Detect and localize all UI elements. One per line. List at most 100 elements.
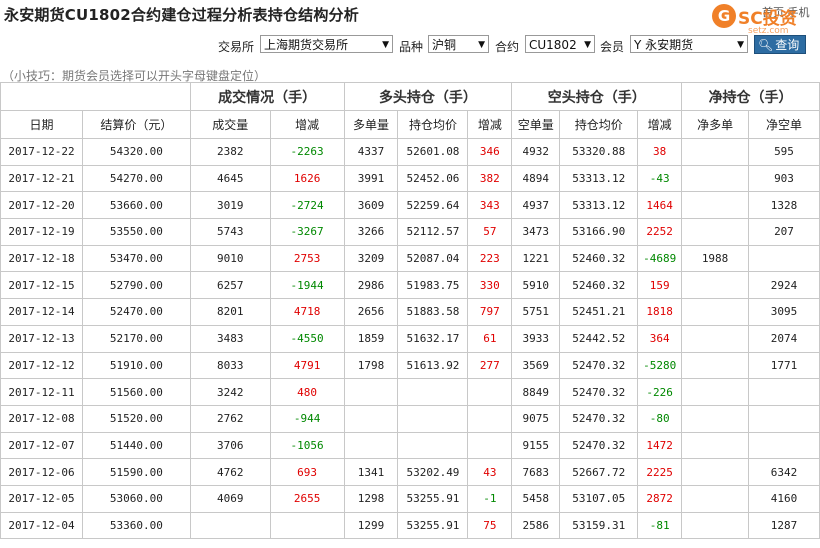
- cell-short-avg: 53313.12: [559, 164, 639, 193]
- exchange-label: 交易所: [218, 40, 255, 54]
- cell-short-qty: 5458: [511, 484, 561, 513]
- cell-short-qty: 4894: [511, 164, 561, 193]
- filter-bar: 交易所 上海期货交易所 ▼ 品种 沪铜 ▼ 合约 CU1802 ▼ 会员 Y 永…: [0, 35, 820, 55]
- cell-long-qty: 2656: [343, 298, 399, 326]
- table-row: 2017-12-05 53060.00 4069 2655 1298 53255.91 -1…: [0, 484, 820, 513]
- table-row: 2017-12-08 51520.00 2762 -944 9075 52470.32 -8…: [0, 404, 820, 433]
- cell-short-change: -80: [637, 404, 683, 433]
- col-header-long-change: 增减: [467, 110, 513, 139]
- cell-short-qty: 8849: [511, 378, 561, 406]
- cell-net-long: 1988: [681, 244, 750, 273]
- member-select[interactable]: Y 永安期货 ▼: [630, 35, 748, 53]
- cell-settle-price: 52790.00: [81, 271, 191, 300]
- cell-short-change: 1464: [637, 191, 683, 220]
- exchange-select-value: 上海期货交易所: [264, 38, 349, 52]
- cell-long-change: 223: [467, 244, 513, 273]
- cell-net-short: 1287: [748, 511, 820, 540]
- cell-long-qty: 3609: [343, 191, 399, 220]
- cell-long-qty: 1798: [343, 351, 399, 380]
- cell-net-long: [681, 164, 750, 193]
- cell-date: 2017-12-04: [0, 511, 83, 540]
- cell-long-avg: 51613.92: [397, 351, 469, 380]
- cell-net-short: [748, 378, 820, 406]
- cell-volume: 4762: [189, 458, 271, 486]
- cell-long-avg: 53255.91: [397, 511, 469, 540]
- cell-short-change: -4689: [637, 244, 683, 273]
- cell-volume: 2762: [189, 404, 271, 433]
- cell-long-change: 75: [467, 511, 513, 540]
- table-row: 2017-12-18 53470.00 9010 2753 3209 52087.04 22…: [0, 244, 820, 273]
- col-header-net-short: 净空单: [748, 110, 820, 139]
- cell-net-short: 2074: [748, 324, 820, 353]
- col-header-short-avg: 持仓均价: [559, 110, 639, 139]
- cell-volume: 3019: [189, 191, 271, 220]
- col-header-short-qty: 空单量: [511, 110, 561, 139]
- cell-short-qty: 4932: [511, 138, 561, 166]
- cell-long-qty: [343, 378, 399, 406]
- member-label: 会员: [600, 40, 625, 54]
- cell-long-avg: 52087.04: [397, 244, 469, 273]
- cell-long-change: 346: [467, 138, 513, 166]
- cell-settle-price: 53660.00: [81, 191, 191, 220]
- cell-date: 2017-12-11: [0, 378, 83, 406]
- cell-settle-price: 51560.00: [81, 378, 191, 406]
- cell-long-avg: 52259.64: [397, 191, 469, 220]
- cell-date: 2017-12-21: [0, 164, 83, 193]
- column-header-row: 日期 结算价（元） 成交量 增减 多单量 持仓均价 增减 空单量 持仓均价 增减…: [0, 110, 820, 139]
- query-button[interactable]: 🔍︎ 查询: [754, 35, 806, 54]
- cell-short-change: 364: [637, 324, 683, 353]
- cell-short-qty: 3473: [511, 218, 561, 246]
- cell-net-long: [681, 431, 750, 460]
- contract-select[interactable]: CU1802 ▼: [525, 35, 595, 53]
- cell-short-change: 159: [637, 271, 683, 300]
- cell-long-avg: 52601.08: [397, 138, 469, 166]
- cell-short-avg: 53313.12: [559, 191, 639, 220]
- cell-short-change: 2225: [637, 458, 683, 486]
- group-header-long: 多头持仓（手）: [343, 82, 513, 111]
- cell-short-avg: 52460.32: [559, 244, 639, 273]
- col-header-settle-price: 结算价（元）: [81, 110, 191, 139]
- cell-short-avg: 52451.21: [559, 298, 639, 326]
- cell-long-avg: 51632.17: [397, 324, 469, 353]
- product-label: 品种: [399, 40, 424, 54]
- cell-net-short: 6342: [748, 458, 820, 486]
- cell-long-qty: 1298: [343, 484, 399, 513]
- col-header-long-qty: 多单量: [343, 110, 399, 139]
- group-header-row: 成交情况（手） 多头持仓（手） 空头持仓（手） 净持仓（手）: [0, 82, 820, 111]
- group-header-net: 净持仓（手）: [681, 82, 820, 111]
- cell-short-avg: 53166.90: [559, 218, 639, 246]
- cell-volume: 5743: [189, 218, 271, 246]
- cell-long-change: 61: [467, 324, 513, 353]
- cell-long-change: 343: [467, 191, 513, 220]
- cell-volume: 3483: [189, 324, 271, 353]
- cell-long-avg: 52112.57: [397, 218, 469, 246]
- cell-net-short: 2924: [748, 271, 820, 300]
- cell-settle-price: 51910.00: [81, 351, 191, 380]
- cell-long-change: 382: [467, 164, 513, 193]
- cell-date: 2017-12-19: [0, 218, 83, 246]
- cell-net-long: [681, 138, 750, 166]
- cell-settle-price: 53470.00: [81, 244, 191, 273]
- cell-short-change: 2872: [637, 484, 683, 513]
- cell-volume-change: 1626: [269, 164, 345, 193]
- cell-short-avg: 52470.32: [559, 378, 639, 406]
- table-row: 2017-12-20 53660.00 3019 -2724 3609 52259.64 3…: [0, 191, 820, 220]
- cell-net-long: [681, 271, 750, 300]
- cell-date: 2017-12-05: [0, 484, 83, 513]
- cell-long-change: [467, 378, 513, 406]
- site-logo[interactable]: G SC投资 setz.com: [712, 2, 816, 36]
- cell-net-long: [681, 324, 750, 353]
- product-select[interactable]: 沪铜 ▼: [428, 35, 489, 53]
- cell-volume: [189, 511, 271, 540]
- cell-settle-price: 52170.00: [81, 324, 191, 353]
- exchange-select[interactable]: 上海期货交易所 ▼: [260, 35, 393, 53]
- cell-long-change: [467, 404, 513, 433]
- chevron-down-icon: ▼: [584, 40, 591, 50]
- cell-long-change: -1: [467, 484, 513, 513]
- cell-long-change: 43: [467, 458, 513, 486]
- logo-mark-icon: G: [712, 4, 736, 28]
- cell-net-short: [748, 244, 820, 273]
- cell-settle-price: 51520.00: [81, 404, 191, 433]
- cell-long-avg: 51983.75: [397, 271, 469, 300]
- cell-short-change: -5280: [637, 351, 683, 380]
